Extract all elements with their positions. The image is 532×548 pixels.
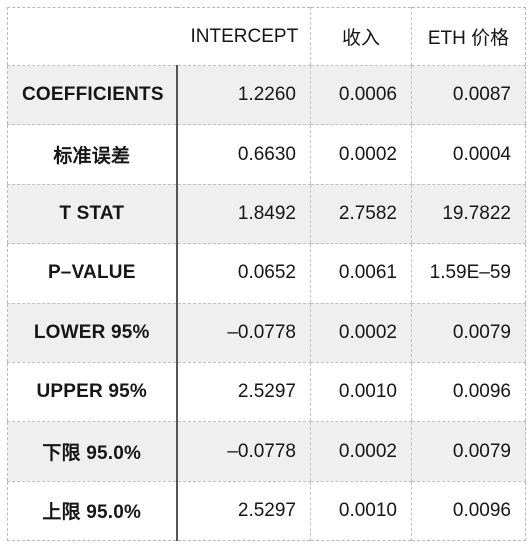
cell-t-stat-eth-price: 19.7822: [411, 184, 526, 245]
cell-upper-95-eth-price: 0.0096: [411, 362, 526, 423]
table-row: UPPER 95% 2.5297 0.0010 0.0096: [7, 362, 526, 423]
column-header-eth-price: ETH 价格: [411, 7, 526, 66]
cell-coefficients-eth-price: 0.0087: [411, 65, 526, 126]
cell-lower-bound-95-income: 0.0002: [310, 421, 412, 482]
table-header: INTERCEPT 收入 ETH 价格: [7, 7, 526, 66]
cell-coefficients-intercept: 1.2260: [176, 65, 311, 126]
cell-upper-bound-95-intercept: 2.5297: [176, 481, 311, 541]
table-row: 标准误差 0.6630 0.0002 0.0004: [7, 124, 526, 185]
row-label-upper-bound-95: 上限 95.0%: [7, 481, 178, 541]
cell-t-stat-income: 2.7582: [310, 184, 412, 245]
column-header-income: 收入: [310, 7, 412, 66]
cell-coefficients-income: 0.0006: [310, 65, 412, 126]
cell-lower-95-income: 0.0002: [310, 303, 412, 363]
cell-standard-error-income: 0.0002: [310, 124, 412, 185]
column-header-blank: [7, 7, 177, 66]
table-body: COEFFICIENTS 1.2260 0.0006 0.0087 标准误差 0…: [7, 65, 526, 541]
cell-upper-95-income: 0.0010: [310, 362, 412, 423]
table-row: 上限 95.0% 2.5297 0.0010 0.0096: [7, 481, 526, 541]
row-label-upper-95: UPPER 95%: [7, 362, 178, 423]
table-row: T STAT 1.8492 2.7582 19.7822: [7, 184, 526, 245]
row-label-standard-error: 标准误差: [7, 124, 178, 185]
row-label-lower-95: LOWER 95%: [7, 303, 178, 363]
row-label-t-stat: T STAT: [7, 184, 178, 245]
row-label-p-value: P–VALUE: [7, 243, 178, 304]
cell-upper-bound-95-eth-price: 0.0096: [411, 481, 526, 541]
cell-lower-bound-95-eth-price: 0.0079: [411, 421, 526, 482]
table-row: LOWER 95% –0.0778 0.0002 0.0079: [7, 303, 526, 363]
table-row: 下限 95.0% –0.0778 0.0002 0.0079: [7, 421, 526, 482]
regression-stats-page: INTERCEPT 收入 ETH 价格 COEFFICIENTS 1.2260 …: [0, 0, 532, 548]
row-label-coefficients: COEFFICIENTS: [7, 65, 178, 126]
cell-p-value-eth-price: 1.59E–59: [411, 243, 526, 304]
cell-p-value-intercept: 0.0652: [176, 243, 311, 304]
cell-standard-error-intercept: 0.6630: [176, 124, 311, 185]
cell-upper-95-intercept: 2.5297: [176, 362, 311, 423]
header-row: INTERCEPT 收入 ETH 价格: [7, 7, 526, 66]
table-row: P–VALUE 0.0652 0.0061 1.59E–59: [7, 243, 526, 304]
cell-standard-error-eth-price: 0.0004: [411, 124, 526, 185]
table-row: COEFFICIENTS 1.2260 0.0006 0.0087: [7, 65, 526, 126]
cell-lower-bound-95-intercept: –0.0778: [176, 421, 311, 482]
cell-lower-95-eth-price: 0.0079: [411, 303, 526, 363]
cell-upper-bound-95-income: 0.0010: [310, 481, 412, 541]
row-label-lower-bound-95: 下限 95.0%: [7, 421, 178, 482]
regression-statistics-table: INTERCEPT 收入 ETH 价格 COEFFICIENTS 1.2260 …: [7, 7, 526, 542]
cell-lower-95-intercept: –0.0778: [176, 303, 311, 363]
cell-t-stat-intercept: 1.8492: [176, 184, 311, 245]
cell-p-value-income: 0.0061: [310, 243, 412, 304]
column-header-intercept: INTERCEPT: [176, 7, 311, 66]
